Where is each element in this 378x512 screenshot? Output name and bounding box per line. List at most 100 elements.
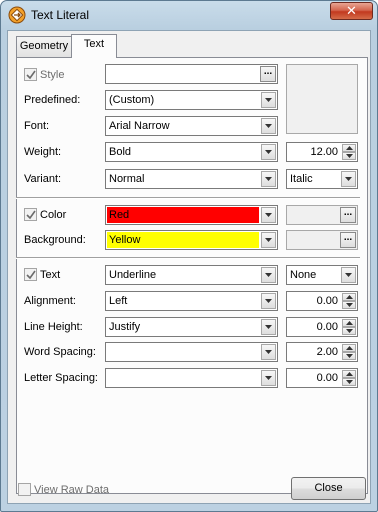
spin-up-button[interactable] [342, 370, 356, 378]
chevron-down-icon [265, 299, 272, 303]
close-button[interactable]: Close [291, 477, 366, 500]
variant-dropdown[interactable]: Normal [105, 169, 278, 189]
color-browse-button[interactable]: ... [340, 207, 356, 223]
color-dropdown[interactable]: Red [105, 205, 278, 225]
weight-dropdown-button[interactable] [261, 144, 276, 160]
spin-down-button[interactable] [342, 327, 356, 335]
background-custom-field[interactable]: ... [286, 230, 358, 250]
font-size-spinner[interactable] [342, 144, 356, 160]
checkmark-icon [26, 70, 36, 80]
chevron-down-icon [265, 376, 272, 380]
background-browse-button[interactable]: ... [340, 232, 356, 248]
word-spacing-dropdown[interactable] [105, 342, 278, 362]
chevron-up-icon [346, 372, 353, 376]
font-style-dropdown-button[interactable] [341, 171, 356, 187]
predefined-dropdown-button[interactable] [261, 92, 276, 108]
weight-value: Bold [109, 146, 132, 158]
font-label: Font: [24, 120, 50, 132]
style-browse-button[interactable]: ... [260, 66, 276, 82]
chevron-down-icon [345, 177, 352, 181]
text-decoration-dropdown[interactable]: Underline [105, 265, 278, 285]
chevron-down-icon [346, 303, 353, 307]
style-preview [286, 64, 358, 134]
font-dropdown-button[interactable] [261, 118, 276, 134]
spin-up-button[interactable] [342, 319, 356, 327]
separator [16, 197, 360, 199]
chevron-up-icon [346, 295, 353, 299]
tab-geometry-label: Geometry [19, 40, 69, 52]
color-custom-field[interactable]: ... [286, 205, 358, 225]
text-checkbox[interactable] [24, 268, 37, 281]
chevron-down-icon [265, 213, 272, 217]
word-spacing-stepper[interactable]: 2.00 [286, 342, 358, 362]
style-field[interactable]: ... [105, 64, 278, 84]
spin-down-button[interactable] [342, 301, 356, 309]
chevron-up-icon [346, 321, 353, 325]
chevron-down-icon [265, 98, 272, 102]
weight-dropdown[interactable]: Bold [105, 142, 278, 162]
style-label: Style [40, 69, 65, 81]
word-spacing-dropdown-button[interactable] [261, 344, 276, 360]
background-value: Yellow [109, 234, 141, 246]
chevron-down-icon [346, 354, 353, 358]
font-style-value: Italic [290, 173, 313, 185]
chevron-down-icon [265, 177, 272, 181]
text-transform-dropdown-button[interactable] [341, 267, 356, 283]
background-label: Background: [24, 234, 86, 246]
font-style-dropdown[interactable]: Italic [286, 169, 358, 189]
color-value: Red [109, 209, 130, 221]
spin-up-button[interactable] [342, 293, 356, 301]
view-raw-data-label: View Raw Data [34, 484, 109, 496]
alignment-value: Left [109, 295, 128, 307]
letter-spacing-num: 0.00 [316, 372, 338, 384]
text-decoration-dropdown-button[interactable] [261, 267, 276, 283]
alignment-dropdown[interactable]: Left [105, 291, 278, 311]
line-height-stepper[interactable]: 0.00 [286, 317, 358, 337]
spin-down-button[interactable] [342, 152, 356, 160]
background-dropdown[interactable]: Yellow [105, 230, 278, 250]
predefined-dropdown[interactable]: (Custom) [105, 90, 278, 110]
word-spacing-num: 2.00 [316, 346, 338, 358]
font-size-value: 12.00 [310, 146, 338, 158]
letter-spacing-dropdown[interactable] [105, 368, 278, 388]
letter-spacing-label: Letter Spacing: [24, 372, 98, 384]
line-height-dropdown[interactable]: Justify [105, 317, 278, 337]
dialog-client-area: Geometry Text Style ... Predefined: (Cus… [7, 30, 371, 504]
spin-down-button[interactable] [342, 352, 356, 360]
alignment-stepper[interactable]: 0.00 [286, 291, 358, 311]
alignment-spinner[interactable] [342, 293, 356, 309]
chevron-up-icon [346, 146, 353, 150]
window-close-button[interactable]: ✕ [330, 2, 373, 20]
word-spacing-label: Word Spacing: [24, 346, 96, 358]
view-raw-data-checkbox[interactable] [18, 483, 31, 496]
tab-text[interactable]: Text [71, 34, 117, 58]
spin-down-button[interactable] [342, 378, 356, 386]
letter-spacing-dropdown-button[interactable] [261, 370, 276, 386]
variant-value: Normal [109, 173, 145, 185]
alignment-dropdown-button[interactable] [261, 293, 276, 309]
background-dropdown-button[interactable] [261, 232, 276, 248]
tab-geometry[interactable]: Geometry [16, 36, 72, 57]
color-checkbox[interactable] [24, 208, 37, 221]
letter-spacing-stepper[interactable]: 0.00 [286, 368, 358, 388]
font-size-stepper[interactable]: 12.00 [286, 142, 358, 162]
letter-spacing-spinner[interactable] [342, 370, 356, 386]
font-value: Arial Narrow [109, 120, 170, 132]
style-checkbox[interactable] [24, 68, 37, 81]
font-dropdown[interactable]: Arial Narrow [105, 116, 278, 136]
line-height-dropdown-button[interactable] [261, 319, 276, 335]
spin-up-button[interactable] [342, 344, 356, 352]
line-height-spinner[interactable] [342, 319, 356, 335]
predefined-label: Predefined: [24, 94, 81, 106]
spin-up-button[interactable] [342, 144, 356, 152]
text-decoration-value: Underline [109, 269, 157, 281]
chevron-down-icon [346, 380, 353, 384]
word-spacing-spinner[interactable] [342, 344, 356, 360]
chevron-down-icon [346, 154, 353, 158]
color-dropdown-button[interactable] [261, 207, 276, 223]
chevron-down-icon [265, 150, 272, 154]
text-transform-dropdown[interactable]: None [286, 265, 358, 285]
variant-dropdown-button[interactable] [261, 171, 276, 187]
checkmark-icon [26, 270, 36, 280]
chevron-down-icon [265, 273, 272, 277]
